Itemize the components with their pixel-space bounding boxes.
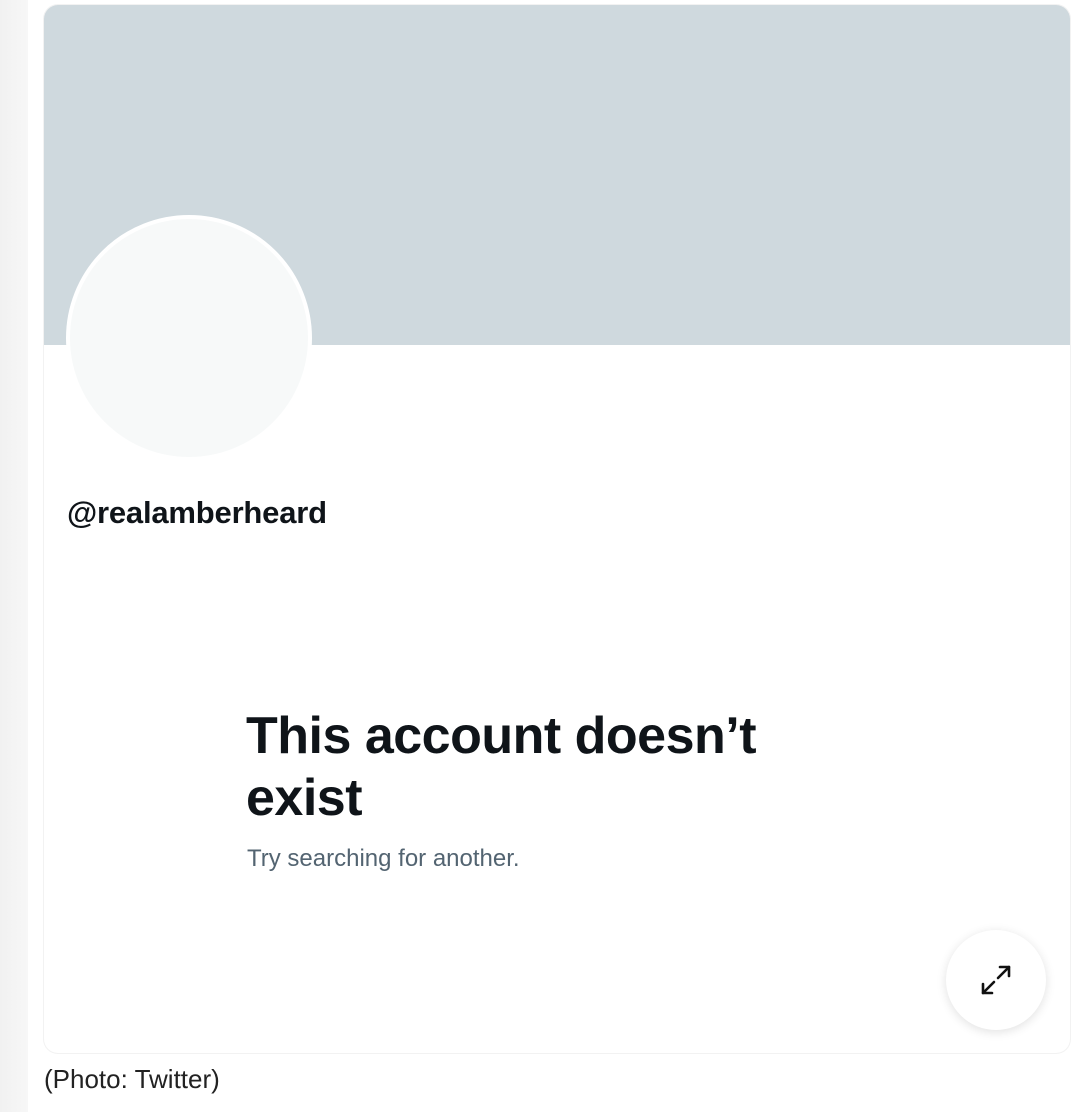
profile-handle: @realamberheard — [67, 495, 327, 530]
account-missing-title: This account doesn’t exist — [246, 707, 757, 827]
embedded-image-card: @realamberheard This account doesn’t exi… — [44, 5, 1070, 1053]
expand-arrows-icon — [981, 965, 1011, 995]
expand-image-button[interactable] — [946, 930, 1046, 1030]
profile-avatar — [66, 215, 312, 461]
page-side-strip — [0, 0, 28, 1112]
image-caption: (Photo: Twitter) — [44, 1064, 220, 1094]
account-missing-subtitle: Try searching for another. — [247, 845, 520, 872]
